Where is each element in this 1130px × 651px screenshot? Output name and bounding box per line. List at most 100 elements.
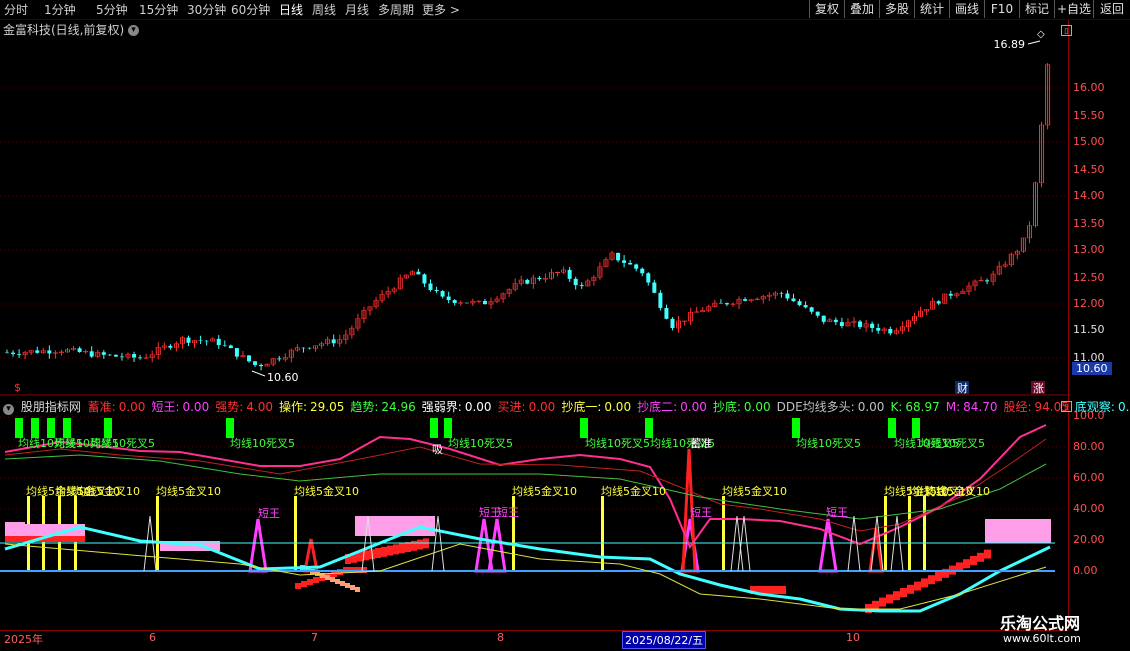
indicator-menu-icon[interactable]: ▾	[3, 404, 14, 415]
candle-body	[948, 293, 953, 296]
tab-daily[interactable]: 日线	[279, 1, 303, 18]
dead-cross-bar	[31, 418, 39, 438]
rise-block	[970, 556, 977, 565]
ind-axis-label: 0.00	[1073, 564, 1098, 577]
axis-label: 14.50	[1073, 163, 1105, 176]
candle-body	[718, 303, 723, 304]
indicator-field: 蓄准: 0.00	[88, 400, 149, 414]
back-button[interactable]: 返回	[1093, 0, 1130, 18]
dead-cross-label: 均线10死叉5	[230, 436, 295, 450]
rise-block	[977, 552, 984, 562]
f10-button[interactable]: F10	[984, 0, 1019, 18]
candle-body	[839, 322, 844, 327]
candle-body	[89, 351, 94, 357]
step	[411, 540, 417, 551]
mark-button[interactable]: 标记	[1019, 0, 1054, 18]
candle-body	[821, 315, 826, 322]
current-price-tag: 10.60	[1072, 362, 1112, 375]
golden-cross-bar	[601, 496, 604, 571]
date-label: 7	[311, 631, 318, 644]
duanwang-label: 短王	[497, 505, 519, 519]
candle-body	[870, 323, 875, 328]
tab-multi[interactable]: 多周期	[378, 1, 414, 18]
candle-body	[797, 301, 802, 306]
rise-block	[879, 597, 886, 607]
candle-body	[876, 327, 881, 331]
candle-body	[47, 350, 52, 354]
candle-body	[234, 348, 239, 357]
tab-60min[interactable]: 60分钟	[231, 1, 270, 18]
tab-1min[interactable]: 1分钟	[44, 1, 76, 18]
panel-toggle-icon[interactable]: ▯	[1061, 25, 1072, 36]
multi-stock-button[interactable]: 多股	[879, 0, 914, 18]
step	[313, 577, 319, 583]
tab-fenshi[interactable]: 分时	[4, 1, 28, 18]
fuquan-button[interactable]: 复权	[809, 0, 844, 18]
indicator-field-label: DDE均线多头:	[776, 400, 855, 414]
candle-body	[113, 354, 118, 357]
candle-body	[622, 260, 627, 263]
draw-button[interactable]: 画线	[949, 0, 984, 18]
axis-label: 15.00	[1073, 135, 1105, 148]
candle-body	[452, 300, 457, 304]
indicator-field-value: 0.00	[464, 400, 492, 414]
candle-body	[634, 264, 639, 269]
toolbar: 分时 1分钟 5分钟 15分钟 30分钟 60分钟 日线 周线 月线 多周期 更…	[0, 0, 1130, 20]
golden-cross-bar	[294, 496, 297, 571]
candle-body	[204, 340, 209, 342]
candle-body	[670, 318, 675, 328]
stats-button[interactable]: 统计	[914, 0, 949, 18]
marker-left: $	[14, 381, 21, 394]
candle-body	[579, 285, 584, 287]
indicator-field-value: 0.00	[604, 400, 632, 414]
cai-marker: 财	[957, 381, 968, 395]
tab-weekly[interactable]: 周线	[312, 1, 336, 18]
candle-body	[833, 319, 838, 323]
indicator-field-label: K:	[890, 400, 903, 414]
candle-body	[567, 269, 572, 279]
indicator-field: 操作: 29.05	[279, 400, 347, 414]
candle-body	[815, 311, 820, 316]
indicator-field-label: 抄底一:	[561, 400, 602, 414]
tab-monthly[interactable]: 月线	[345, 1, 369, 18]
chart-canvas[interactable]: 16.89 ◇ 10.60 $ 财 涨 均线10死叉5 均线10死叉5 均线10…	[0, 19, 1068, 630]
candle-body	[858, 321, 863, 328]
overlay-button[interactable]: 叠加	[844, 0, 879, 18]
golden-cross-bar	[908, 496, 911, 571]
indicator-field: K: 68.97	[890, 400, 942, 414]
ind-axis-label: 20.00	[1073, 533, 1105, 546]
dead-cross-bar	[912, 418, 920, 438]
indicator-field: 强弱界: 0.00	[422, 400, 495, 414]
step	[330, 577, 335, 582]
tab-more[interactable]: 更多 >	[422, 1, 460, 18]
candle-body	[253, 361, 258, 365]
step	[399, 543, 405, 554]
tab-15min[interactable]: 15分钟	[139, 1, 178, 18]
candle-body	[743, 299, 748, 301]
tab-30min[interactable]: 30分钟	[187, 1, 226, 18]
golden-cross-bar	[722, 496, 725, 571]
candle-body	[35, 350, 40, 353]
tab-5min[interactable]: 5分钟	[96, 1, 128, 18]
add-watchlist-button[interactable]: +自选	[1054, 0, 1093, 18]
block	[5, 522, 25, 536]
axis-label: 14.00	[1073, 189, 1105, 202]
candle-body	[525, 279, 530, 284]
duanwang-spike	[818, 518, 838, 573]
indicator-field-label: 短王:	[151, 400, 180, 414]
candle-body	[259, 364, 264, 367]
step	[375, 548, 381, 558]
indicator-field: 股经: 94.05	[1003, 400, 1071, 414]
block	[762, 586, 768, 594]
candle-body	[422, 274, 427, 284]
rise-block	[907, 584, 914, 594]
current-date-tag: 2025/08/22/五	[622, 631, 707, 649]
candle-body	[434, 289, 439, 292]
rise-block	[886, 594, 893, 604]
step	[393, 544, 399, 555]
axis-label: 12.50	[1073, 271, 1105, 284]
candle-body	[555, 271, 561, 273]
ind-axis-label: 60.00	[1073, 471, 1105, 484]
duanwang-spike	[248, 518, 268, 573]
dead-cross-label: 均线10死叉5	[448, 436, 513, 450]
